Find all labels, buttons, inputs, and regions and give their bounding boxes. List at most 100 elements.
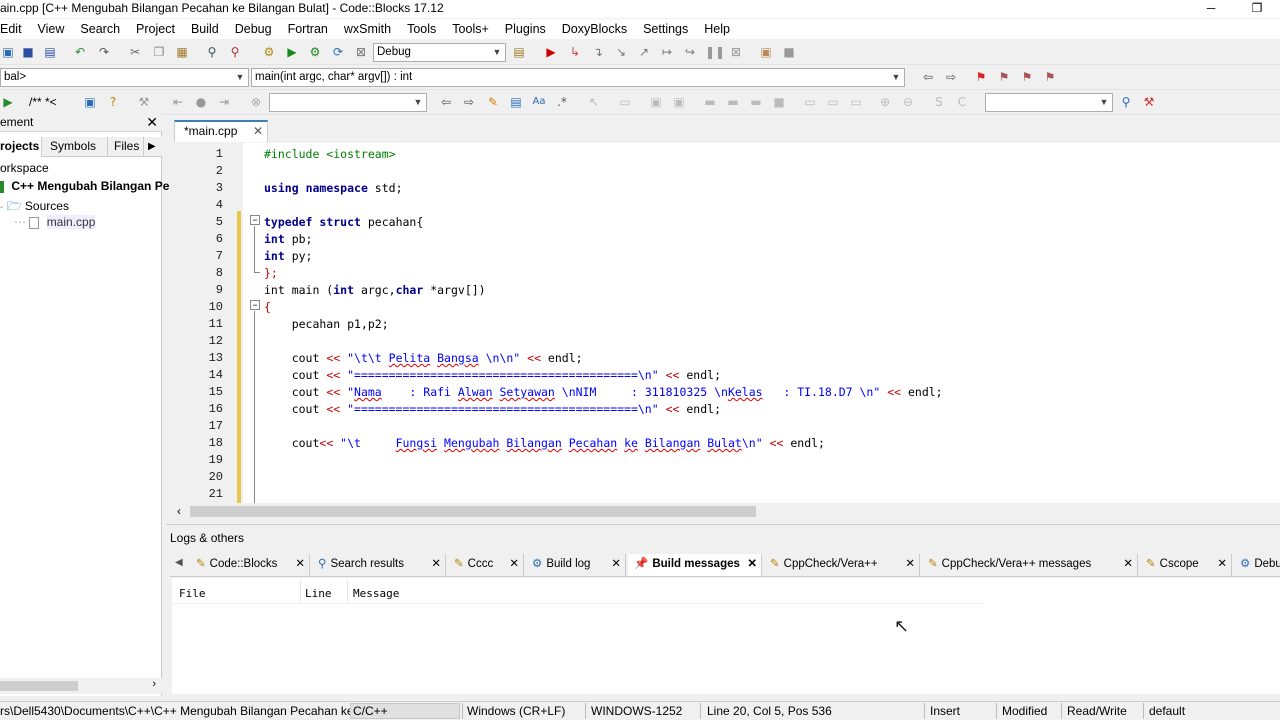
toggle-bookmark-icon[interactable]: ⚑ bbox=[973, 69, 989, 85]
menu-search[interactable]: Search bbox=[80, 22, 120, 36]
zoom-out-icon[interactable]: ⊖ bbox=[900, 94, 916, 110]
chevron-right-icon[interactable]: › bbox=[152, 678, 156, 690]
column-message[interactable]: Message bbox=[353, 587, 399, 600]
layout-3-icon[interactable]: ▬ bbox=[748, 94, 764, 110]
debug-windows-icon[interactable]: ▣ bbox=[758, 44, 774, 60]
c-icon[interactable]: C bbox=[954, 94, 970, 110]
incremental-search-select[interactable]: ▼ bbox=[269, 93, 427, 112]
tab-build-messages[interactable]: 📌 Build messages ✕ bbox=[628, 554, 762, 576]
debug-icon[interactable]: ▶ bbox=[543, 44, 559, 60]
tab-symbols[interactable]: Symbols bbox=[44, 137, 108, 157]
menu-project[interactable]: Project bbox=[136, 22, 175, 36]
step-icon[interactable]: ▶ bbox=[0, 94, 16, 110]
search-forward-icon[interactable]: ⇨ bbox=[461, 94, 477, 110]
tab-scroll-left-icon[interactable]: ◀ bbox=[175, 557, 183, 568]
highlight-icon[interactable]: ✎ bbox=[485, 94, 501, 110]
scrollbar-thumb[interactable] bbox=[190, 506, 756, 517]
close-icon[interactable]: ✕ bbox=[1217, 554, 1227, 575]
tab-projects[interactable]: rojects bbox=[0, 137, 42, 157]
tab-build-log[interactable]: ⚙ Build log ✕ bbox=[526, 554, 626, 576]
run-icon[interactable]: ▶ bbox=[284, 44, 300, 60]
function-select[interactable]: main(int argc, char* argv[]) : int ▼ bbox=[251, 68, 905, 87]
layout-4-icon[interactable]: ■ bbox=[771, 94, 787, 110]
close-icon[interactable]: ✕ bbox=[431, 554, 441, 575]
replace-icon[interactable]: ⚲ bbox=[227, 44, 243, 60]
tab-search-results[interactable]: ⚲ Search results ✕ bbox=[312, 554, 446, 576]
search-back-icon[interactable]: ⇦ bbox=[438, 94, 454, 110]
shape-icon[interactable]: ▭ bbox=[617, 94, 633, 110]
right-select[interactable]: ▼ bbox=[985, 93, 1113, 112]
doxy-comment-button[interactable]: /** *< bbox=[29, 95, 57, 109]
tab-debugger[interactable]: ⚙ Debu bbox=[1234, 554, 1280, 576]
tab-files[interactable]: Files bbox=[108, 137, 144, 157]
close-icon[interactable]: ✕ bbox=[509, 554, 519, 575]
build-messages-list[interactable]: File Line Message ↖ bbox=[172, 578, 1280, 694]
tab-cscope[interactable]: ✎ Cscope ✕ bbox=[1140, 554, 1232, 576]
tab-codeblocks-log[interactable]: ✎ Code::Blocks ✕ bbox=[190, 554, 310, 576]
open-icon[interactable]: ▣ bbox=[0, 44, 16, 60]
copy-icon[interactable]: ❐ bbox=[151, 44, 167, 60]
chevron-left-icon[interactable]: ‹ bbox=[177, 504, 181, 518]
tab-cppcheck-messages[interactable]: ✎ CppCheck/Vera++ messages ✕ bbox=[922, 554, 1138, 576]
text-icon[interactable]: ▣ bbox=[671, 94, 687, 110]
save-all-icon[interactable]: ▤ bbox=[42, 44, 58, 60]
layout-5-icon[interactable]: ▭ bbox=[802, 94, 818, 110]
layout-7-icon[interactable]: ▭ bbox=[848, 94, 864, 110]
layout-6-icon[interactable]: ▭ bbox=[825, 94, 841, 110]
menu-edit[interactable]: Edit bbox=[0, 22, 22, 36]
redo-icon[interactable]: ↷ bbox=[96, 44, 112, 60]
s-icon[interactable]: S bbox=[931, 94, 947, 110]
tab-main-cpp[interactable]: *main.cpp ✕ bbox=[174, 120, 268, 142]
layout-1-icon[interactable]: ▬ bbox=[702, 94, 718, 110]
next-match-icon[interactable]: ⇥ bbox=[216, 94, 232, 110]
clear-bookmarks-icon[interactable]: ⚑ bbox=[1042, 69, 1058, 85]
build-icon[interactable]: ⚙ bbox=[261, 44, 277, 60]
layout-2-icon[interactable]: ▬ bbox=[725, 94, 741, 110]
tree-project[interactable]: C++ Mengubah Bilangan Pe bbox=[0, 179, 169, 193]
close-icon[interactable]: ✕ bbox=[1123, 554, 1133, 575]
minimize-button[interactable]: ─ bbox=[1188, 0, 1234, 18]
debug-info-icon[interactable]: ■ bbox=[781, 44, 797, 60]
cut-icon[interactable]: ✂ bbox=[127, 44, 143, 60]
match-case-icon[interactable]: Aa bbox=[531, 94, 547, 110]
jump-back-icon[interactable]: ⇦ bbox=[920, 69, 936, 85]
code-editor[interactable]: 1 2 3 4 5 6 7 8 9 10 11 12 13 14 15 16 1… bbox=[173, 143, 1280, 503]
column-file[interactable]: File bbox=[179, 587, 206, 600]
tree-file-main[interactable]: ⋯ main.cpp bbox=[14, 215, 96, 229]
next-line-icon[interactable]: ↴ bbox=[590, 44, 606, 60]
fold-toggle-icon[interactable]: − bbox=[250, 215, 260, 225]
menu-view[interactable]: View bbox=[38, 22, 65, 36]
editor-hscrollbar[interactable]: ‹ bbox=[173, 503, 1280, 520]
extract-docs-icon[interactable]: ▣ bbox=[82, 94, 98, 110]
menu-build[interactable]: Build bbox=[191, 22, 219, 36]
menu-wxsmith[interactable]: wxSmith bbox=[344, 22, 391, 36]
step-into-icon[interactable]: ↘ bbox=[613, 44, 629, 60]
close-icon[interactable]: ✕ bbox=[611, 554, 621, 575]
menu-fortran[interactable]: Fortran bbox=[288, 22, 328, 36]
find-icon[interactable]: ⚲ bbox=[204, 44, 220, 60]
build-target-select[interactable]: Debug ▼ bbox=[373, 43, 506, 62]
step-instruction-icon[interactable]: ↪ bbox=[682, 44, 698, 60]
menu-plugins[interactable]: Plugins bbox=[505, 22, 546, 36]
step-out-icon[interactable]: ↗ bbox=[636, 44, 652, 60]
scope-select[interactable]: bal> ▼ bbox=[0, 68, 249, 87]
menu-tools-plus[interactable]: Tools+ bbox=[452, 22, 488, 36]
regex-icon[interactable]: .* bbox=[554, 94, 570, 110]
rebuild-icon[interactable]: ⟳ bbox=[330, 44, 346, 60]
fold-toggle-icon[interactable]: − bbox=[250, 300, 260, 310]
menu-settings[interactable]: Settings bbox=[643, 22, 688, 36]
jump-forward-icon[interactable]: ⇨ bbox=[943, 69, 959, 85]
image-icon[interactable]: ▣ bbox=[648, 94, 664, 110]
scrollbar-thumb[interactable] bbox=[0, 681, 78, 691]
abort-icon[interactable]: ⊠ bbox=[353, 44, 369, 60]
marker-icon[interactable]: ● bbox=[193, 94, 209, 110]
column-line[interactable]: Line bbox=[305, 587, 332, 600]
selected-text-icon[interactable]: ▤ bbox=[508, 94, 524, 110]
save-icon[interactable]: ■ bbox=[20, 44, 36, 60]
stop-icon[interactable]: ⊠ bbox=[728, 44, 744, 60]
build-run-icon[interactable]: ⚙ bbox=[307, 44, 323, 60]
run-to-cursor-icon[interactable]: ↳ bbox=[567, 44, 583, 60]
wrench-icon[interactable]: ⚒ bbox=[136, 94, 152, 110]
pause-icon[interactable]: ❚❚ bbox=[705, 44, 725, 60]
tab-cppcheck[interactable]: ✎ CppCheck/Vera++ ✕ bbox=[764, 554, 920, 576]
